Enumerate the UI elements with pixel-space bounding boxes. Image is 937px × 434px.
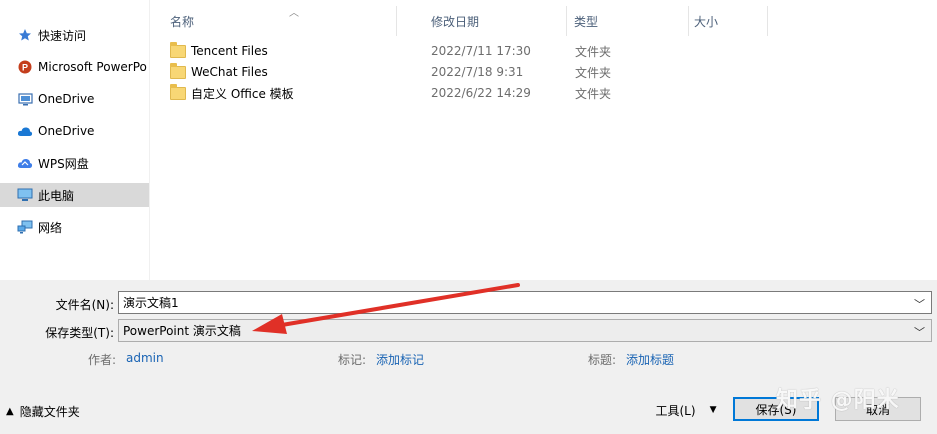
nav-label: 快速访问 xyxy=(38,28,87,43)
folder-icon xyxy=(170,83,186,100)
file-type: 文件夹 xyxy=(575,65,612,80)
author-label: 作者: xyxy=(88,353,117,367)
column-type-label: 类型 xyxy=(574,14,599,29)
column-divider[interactable] xyxy=(566,6,567,36)
nav-item-onedrive-cloud[interactable]: OneDrive xyxy=(0,119,149,143)
file-type: 文件夹 xyxy=(575,44,612,59)
nav-label: 网络 xyxy=(38,220,63,235)
tools-button[interactable]: 工具(L) ▼ xyxy=(646,398,726,422)
hide-folders-toggle[interactable]: ▲ 隐藏文件夹 xyxy=(6,403,80,420)
column-divider[interactable] xyxy=(396,6,397,36)
onedrive-computer-icon xyxy=(16,91,34,107)
title-label: 标题: xyxy=(588,353,617,367)
file-row[interactable]: 自定义 Office 模板 2022/6/22 14:29 文件夹 xyxy=(170,83,790,103)
file-name: Tencent Files xyxy=(191,44,268,58)
nav-label: Microsoft PowerPo xyxy=(38,60,147,74)
nav-item-this-pc[interactable]: 此电脑 xyxy=(0,183,149,207)
navigation-pane: 快速访问 P Microsoft PowerPo OneDrive OneDri… xyxy=(0,0,150,280)
pin-icon xyxy=(16,27,34,43)
column-divider[interactable] xyxy=(688,6,689,36)
nav-item-powerpoint[interactable]: P Microsoft PowerPo xyxy=(0,55,149,79)
chevron-down-icon: ﹀ xyxy=(914,326,925,339)
author-value[interactable]: admin xyxy=(126,351,164,365)
file-name: 自定义 Office 模板 xyxy=(191,86,294,101)
column-header-date[interactable]: 修改日期 xyxy=(431,6,571,36)
onedrive-cloud-icon xyxy=(16,123,34,139)
file-date: 2022/7/11 17:30 xyxy=(431,44,531,58)
nav-label: OneDrive xyxy=(38,92,95,106)
file-date: 2022/6/22 14:29 xyxy=(431,86,531,100)
file-row[interactable]: Tencent Files 2022/7/11 17:30 文件夹 xyxy=(170,41,790,61)
column-header-name[interactable]: 名称 xyxy=(170,6,395,36)
file-type: 文件夹 xyxy=(575,86,612,101)
powerpoint-icon: P xyxy=(16,59,34,75)
column-size-label: 大小 xyxy=(694,14,719,29)
watermark: 知乎 @阳米 xyxy=(776,388,900,413)
add-title-link[interactable]: 添加标题 xyxy=(626,351,674,368)
tags-label: 标记: xyxy=(338,353,367,367)
wps-cloud-icon xyxy=(16,155,34,171)
add-tags-link[interactable]: 添加标记 xyxy=(376,351,424,368)
file-browser: 快速访问 P Microsoft PowerPo OneDrive OneDri… xyxy=(0,0,937,280)
folder-icon xyxy=(170,62,186,79)
folder-icon xyxy=(170,41,186,58)
tools-label: 工具(L) xyxy=(655,403,696,418)
file-name: WeChat Files xyxy=(191,65,268,79)
nav-item-wps-cloud[interactable]: WPS网盘 xyxy=(0,151,149,175)
filetype-select[interactable]: PowerPoint 演示文稿 ﹀ xyxy=(118,319,932,342)
caret-down-icon: ▼ xyxy=(709,405,717,415)
column-header-size[interactable]: 大小 xyxy=(694,6,764,36)
file-date: 2022/7/18 9:31 xyxy=(431,65,524,79)
nav-item-onedrive-computer[interactable]: OneDrive xyxy=(0,87,149,111)
filename-value: 演示文稿1 xyxy=(123,296,179,310)
filename-label: 文件名(N): xyxy=(55,298,114,312)
file-list: ︿ 名称 修改日期 类型 大小 Tencent Files 2022/7/11 … xyxy=(152,0,937,280)
network-icon xyxy=(16,219,34,235)
column-header-type[interactable]: 类型 xyxy=(574,6,684,36)
chevron-down-icon[interactable]: ﹀ xyxy=(914,296,925,312)
nav-item-network[interactable]: 网络 xyxy=(0,215,149,239)
filename-input[interactable]: 演示文稿1 ﹀ xyxy=(118,291,932,314)
file-row[interactable]: WeChat Files 2022/7/18 9:31 文件夹 xyxy=(170,62,790,82)
hide-folders-label: 隐藏文件夹 xyxy=(19,405,80,419)
this-pc-icon xyxy=(16,187,34,203)
svg-text:P: P xyxy=(22,63,28,73)
nav-label: WPS网盘 xyxy=(38,156,89,171)
nav-label: 此电脑 xyxy=(38,188,75,203)
filetype-value: PowerPoint 演示文稿 xyxy=(123,324,241,338)
nav-item-quick-access[interactable]: 快速访问 xyxy=(0,23,149,47)
filetype-label: 保存类型(T): xyxy=(45,326,114,340)
chevron-up-icon: ▲ xyxy=(6,406,14,417)
column-name-label: 名称 xyxy=(170,14,195,29)
column-divider[interactable] xyxy=(767,6,768,36)
nav-label: OneDrive xyxy=(38,124,95,138)
column-date-label: 修改日期 xyxy=(431,14,480,29)
